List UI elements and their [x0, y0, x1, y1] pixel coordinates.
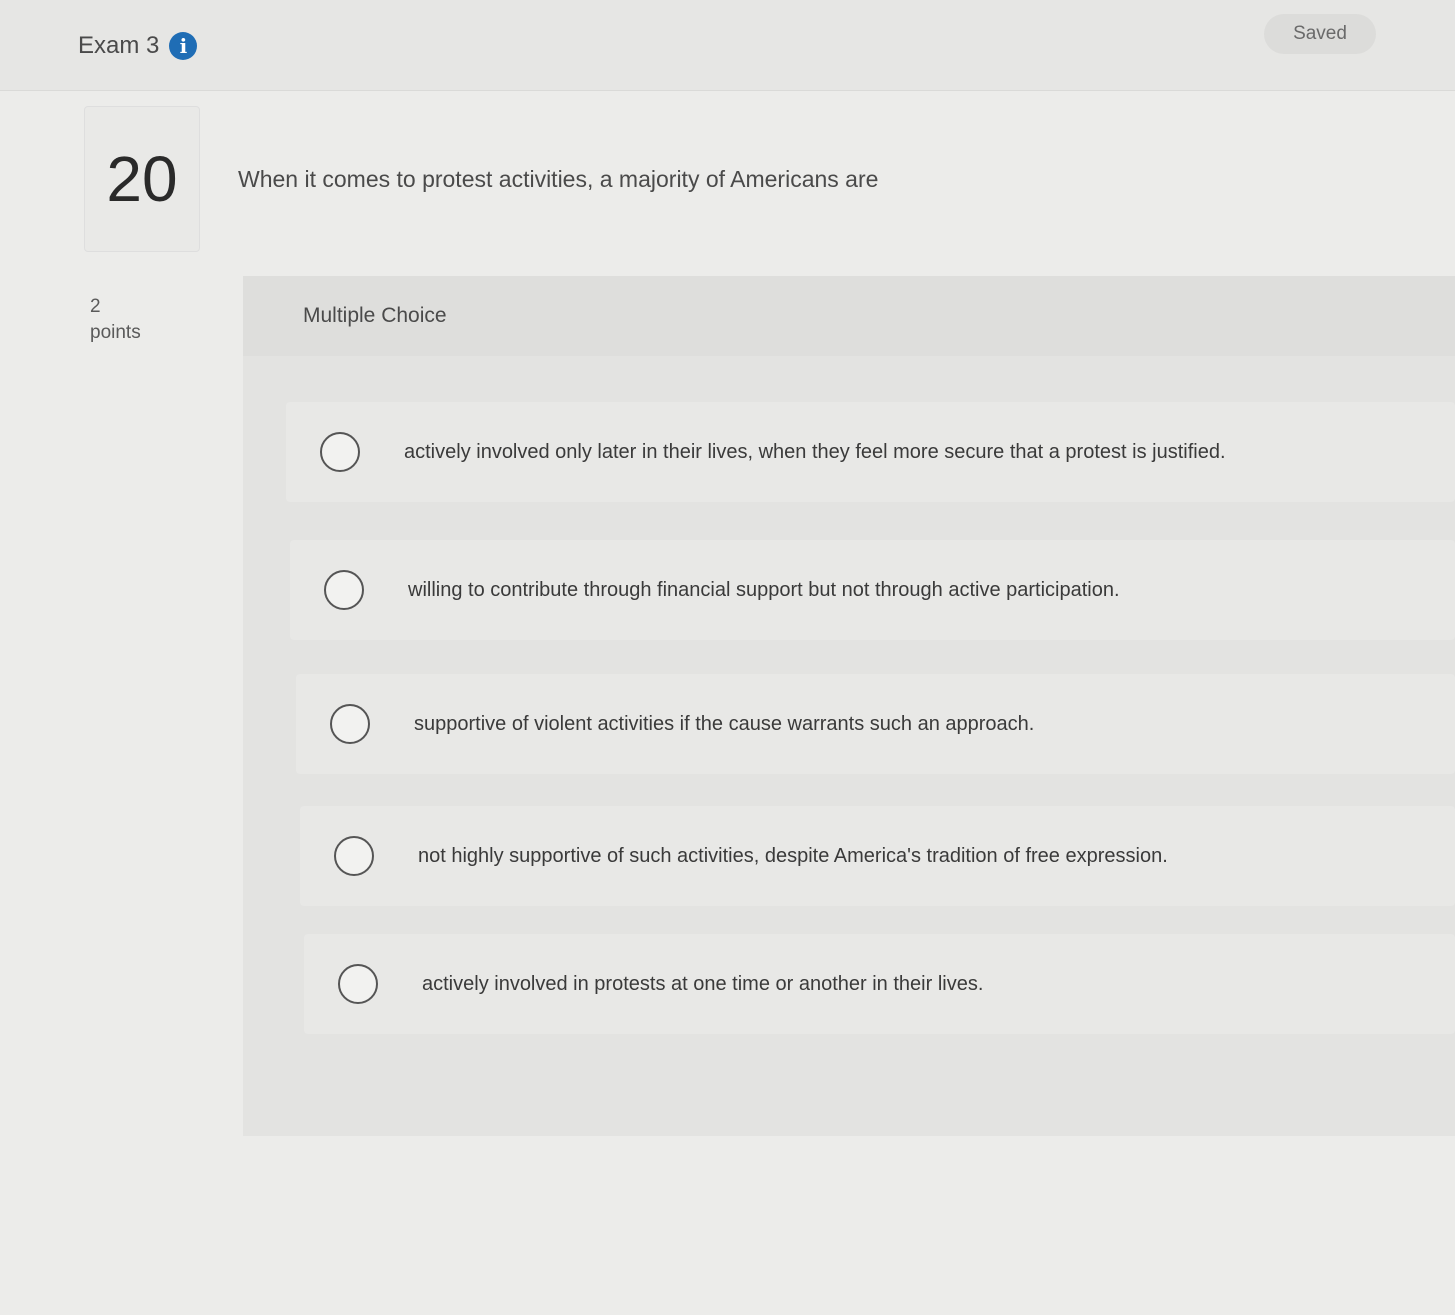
- answer-option-4[interactable]: not highly supportive of such activities…: [300, 806, 1455, 906]
- answer-option-1[interactable]: actively involved only later in their li…: [286, 402, 1455, 502]
- exam-title-text: Exam 3: [78, 32, 160, 59]
- answer-option-3[interactable]: supportive of violent activities if the …: [296, 674, 1455, 774]
- radio-button[interactable]: [338, 964, 378, 1004]
- radio-button[interactable]: [320, 432, 360, 472]
- answer-option-2[interactable]: willing to contribute through financial …: [290, 540, 1455, 640]
- question-type-label: Multiple Choice: [303, 304, 447, 327]
- question-prompt: When it comes to protest activities, a m…: [238, 166, 879, 192]
- question-number: 20: [84, 106, 200, 252]
- answer-option-text: not highly supportive of such activities…: [418, 844, 1168, 867]
- exam-title: Exam 3 i: [78, 32, 198, 60]
- radio-button[interactable]: [330, 704, 370, 744]
- radio-button[interactable]: [324, 570, 364, 610]
- top-bar: Exam 3 i Saved: [0, 0, 1455, 91]
- answer-option-text: supportive of violent activities if the …: [414, 712, 1035, 735]
- radio-button[interactable]: [334, 836, 374, 876]
- answer-panel-header: Multiple Choice: [243, 276, 1455, 356]
- answer-option-text: actively involved in protests at one tim…: [422, 972, 984, 995]
- saved-status-badge: Saved: [1264, 14, 1376, 54]
- info-icon[interactable]: i: [169, 32, 198, 60]
- answer-option-text: willing to contribute through financial …: [408, 578, 1120, 601]
- question-points: 2 points: [90, 294, 141, 346]
- points-value: 2: [90, 296, 101, 317]
- points-label: points: [90, 322, 141, 343]
- answer-option-5[interactable]: actively involved in protests at one tim…: [304, 934, 1455, 1034]
- answer-option-text: actively involved only later in their li…: [404, 440, 1226, 463]
